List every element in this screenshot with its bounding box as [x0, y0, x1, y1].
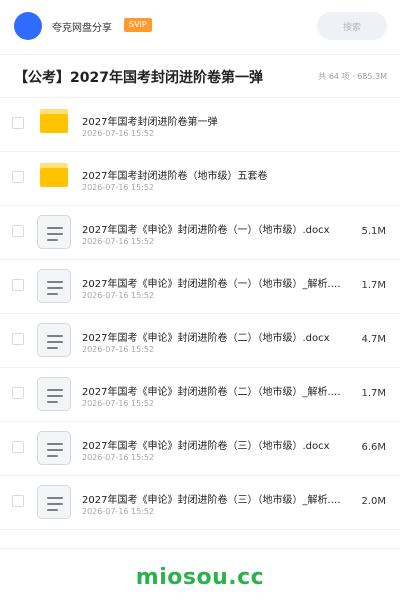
item-date: 2026-07-16 15:52 [82, 129, 155, 138]
select-checkbox[interactable] [12, 333, 24, 345]
folder-meta: 共 64 项 · 685.3M [318, 72, 387, 81]
item-date: 2026-07-16 15:52 [82, 291, 155, 300]
page-title: 【公考】2027年国考封闭进阶卷第一弹 [14, 70, 263, 86]
item-date: 2026-07-16 15:52 [82, 453, 155, 462]
item-name: 2027年国考《申论》封闭进阶卷（二）（地市级）.docx [82, 333, 330, 344]
document-icon [37, 269, 71, 303]
document-icon [37, 431, 71, 465]
item-size: 4.7M [361, 334, 386, 345]
header-bar: 夸克网盘分享 SVIP 搜索 [0, 0, 400, 54]
item-name: 2027年国考《申论》封闭进阶卷（三）（地市级）.docx [82, 441, 330, 452]
item-size: 1.7M [361, 280, 386, 291]
document-icon [37, 377, 71, 411]
select-checkbox[interactable] [12, 441, 24, 453]
item-name: 2027年国考《申论》封闭进阶卷（一）（地市级）.docx [82, 225, 330, 236]
item-name: 2027年国考《申论》封闭进阶卷（二）（地市级）_解析.docx [82, 387, 346, 398]
folder-icon [40, 163, 68, 187]
select-checkbox[interactable] [12, 117, 24, 129]
item-size: 1.7M [361, 388, 386, 399]
select-checkbox[interactable] [12, 225, 24, 237]
list-item[interactable]: 2027年国考《申论》封闭进阶卷（二）（地市级）.docx 2026-07-16… [0, 314, 400, 368]
item-date: 2026-07-16 15:52 [82, 183, 155, 192]
item-name: 2027年国考封闭进阶卷（地市级）五套卷 [82, 171, 268, 182]
document-icon [37, 323, 71, 357]
footer: miosou.cc [0, 548, 400, 600]
item-date: 2026-07-16 15:52 [82, 345, 155, 354]
list-item[interactable]: 2027年国考《申论》封闭进阶卷（一）（地市级）.docx 2026-07-16… [0, 206, 400, 260]
document-icon [37, 485, 71, 519]
item-size: 2.0M [361, 496, 386, 507]
item-date: 2026-07-16 15:52 [82, 507, 155, 516]
select-checkbox[interactable] [12, 495, 24, 507]
folder-icon [40, 109, 68, 133]
item-date: 2026-07-16 15:52 [82, 237, 155, 246]
list-item[interactable]: 2027年国考封闭进阶卷第一弹 2026-07-16 15:52 [0, 98, 400, 152]
document-icon [37, 215, 71, 249]
list-item[interactable]: 2027年国考《申论》封闭进阶卷（二）（地市级）_解析.docx 2026-07… [0, 368, 400, 422]
item-name: 2027年国考封闭进阶卷第一弹 [82, 117, 218, 128]
search-placeholder: 搜索 [342, 23, 361, 33]
item-name: 2027年国考《申论》封闭进阶卷（三）（地市级）_解析.docx [82, 495, 346, 506]
watermark: miosou.cc [135, 565, 265, 590]
list-item[interactable]: 2027年国考封闭进阶卷（地市级）五套卷 2026-07-16 15:52 [0, 152, 400, 206]
share-name: 夸克网盘分享 [52, 23, 112, 34]
select-checkbox[interactable] [12, 387, 24, 399]
list-item[interactable]: 2027年国考《申论》封闭进阶卷（三）（地市级）.docx 2026-07-16… [0, 422, 400, 476]
item-date: 2026-07-16 15:52 [82, 399, 155, 408]
list-item[interactable]: 2027年国考《申论》封闭进阶卷（三）（地市级）_解析.docx 2026-07… [0, 476, 400, 530]
avatar[interactable] [14, 12, 42, 40]
select-checkbox[interactable] [12, 279, 24, 291]
svip-badge: SVIP [124, 18, 152, 32]
select-checkbox[interactable] [12, 171, 24, 183]
item-size: 5.1M [361, 226, 386, 237]
item-name: 2027年国考《申论》封闭进阶卷（一）（地市级）_解析.docx [82, 279, 346, 290]
search-input[interactable]: 搜索 [317, 12, 387, 40]
list-item[interactable]: 2027年国考《申论》封闭进阶卷（一）（地市级）_解析.docx 2026-07… [0, 260, 400, 314]
folder-title-row: 【公考】2027年国考封闭进阶卷第一弹 共 64 项 · 685.3M [0, 54, 400, 98]
item-size: 6.6M [361, 442, 386, 453]
